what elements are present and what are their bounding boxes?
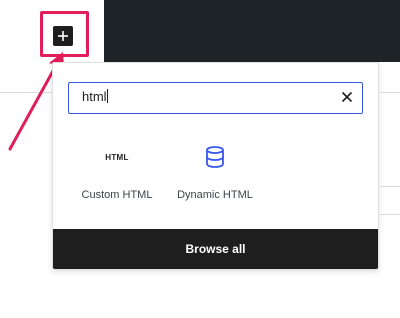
plus-icon [58,31,68,41]
database-icon [206,146,224,168]
block-item-label: Custom HTML [81,189,153,201]
block-inserter-popover: html HTML Custom HTML Dynamic HTML Brows… [52,62,379,270]
close-icon[interactable] [339,89,355,105]
block-item-label: Dynamic HTML [177,189,253,201]
block-item-dynamic-html[interactable]: Dynamic HTML [165,145,265,201]
block-search-field[interactable]: html [68,82,363,114]
block-item-custom-html[interactable]: HTML Custom HTML [67,145,167,202]
browse-all-button[interactable]: Browse all [53,229,378,269]
block-inserter-button[interactable] [53,26,73,46]
block-search-input[interactable]: html [82,89,322,104]
html-icon: HTML [105,152,129,162]
